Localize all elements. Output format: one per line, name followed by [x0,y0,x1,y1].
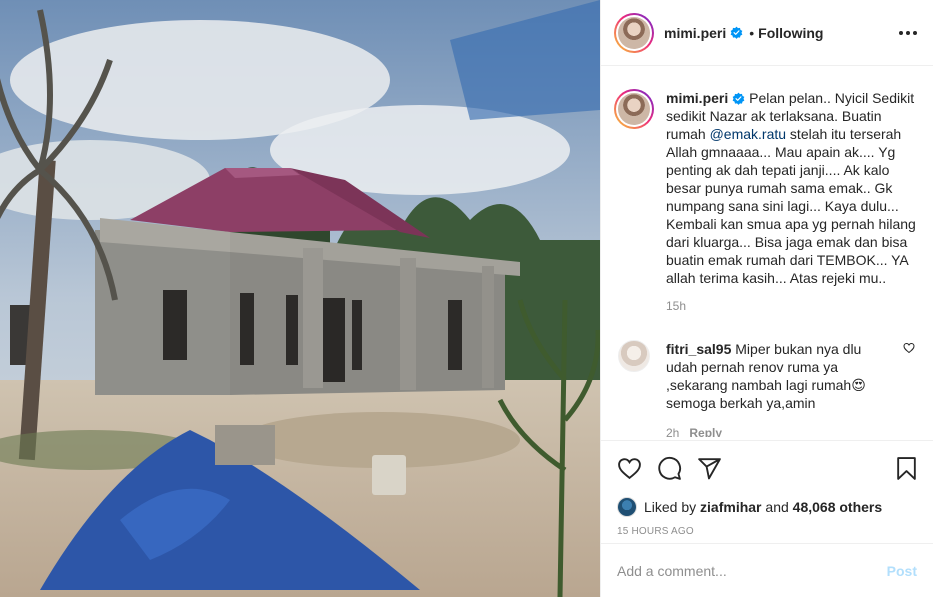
caption-time[interactable]: 15h [666,299,917,313]
bookmark-icon[interactable] [894,456,919,481]
likes-summary: Liked by ziafmihar and 48,068 others [617,497,919,517]
liker-avatar[interactable] [617,497,637,517]
caption-avatar[interactable] [614,89,654,129]
post-header: mimi.peri • Following [601,0,933,66]
likes-middle: and [765,499,789,515]
author-username[interactable]: mimi.peri [664,25,726,41]
caption-body-end: stelah itu terserah Allah gmnaaaa... Mau… [666,126,916,286]
likes-prefix: Liked by [644,499,697,515]
reply-button[interactable]: Reply [689,426,722,437]
house-photo-illustration [0,0,600,597]
comment-time[interactable]: 2h [666,426,679,437]
commenter-username[interactable]: fitri_sal95 [666,341,731,357]
comment-icon[interactable] [657,456,682,481]
post-photo[interactable] [0,0,600,597]
caption-username[interactable]: mimi.peri [666,90,728,106]
comment-meta: 2h Reply [666,426,917,437]
liker-username[interactable]: ziafmihar [700,499,761,515]
verified-badge-icon [730,26,743,39]
caption-mention-link[interactable]: @emak.ratu [710,126,786,142]
verified-badge-icon [732,92,745,105]
caption: mimi.peri Pelan pelan.. Nyicil Sedikit s… [614,89,917,287]
comment-text: fitri_sal95 Miper bukan nya dlu udah per… [666,340,892,412]
add-comment-bar: Post [601,543,933,597]
comment-item: fitri_sal95 Miper bukan nya dlu udah per… [614,340,917,412]
following-button[interactable]: Following [758,25,823,41]
likes-count[interactable]: 48,068 others [793,499,883,515]
post-side-panel: mimi.peri • Following mimi.peri Pelan pe… [600,0,933,597]
author-avatar[interactable] [614,12,654,53]
action-icons-row [617,453,919,483]
share-icon[interactable] [697,456,722,481]
post-actions: Liked by ziafmihar and 48,068 others 15 … [601,440,933,537]
add-comment-input[interactable] [617,562,887,579]
caption-text: mimi.peri Pelan pelan.. Nyicil Sedikit s… [666,89,917,287]
commenter-avatar[interactable] [618,340,650,372]
heart-icon[interactable] [617,456,642,481]
comment-like-heart-icon[interactable] [903,342,915,354]
header-separator: • [749,24,755,41]
comments-section[interactable]: mimi.peri Pelan pelan.. Nyicil Sedikit s… [601,67,933,437]
more-options-icon[interactable] [899,30,917,35]
post-timestamp[interactable]: 15 HOURS AGO [617,526,919,537]
post-comment-button[interactable]: Post [887,563,917,579]
